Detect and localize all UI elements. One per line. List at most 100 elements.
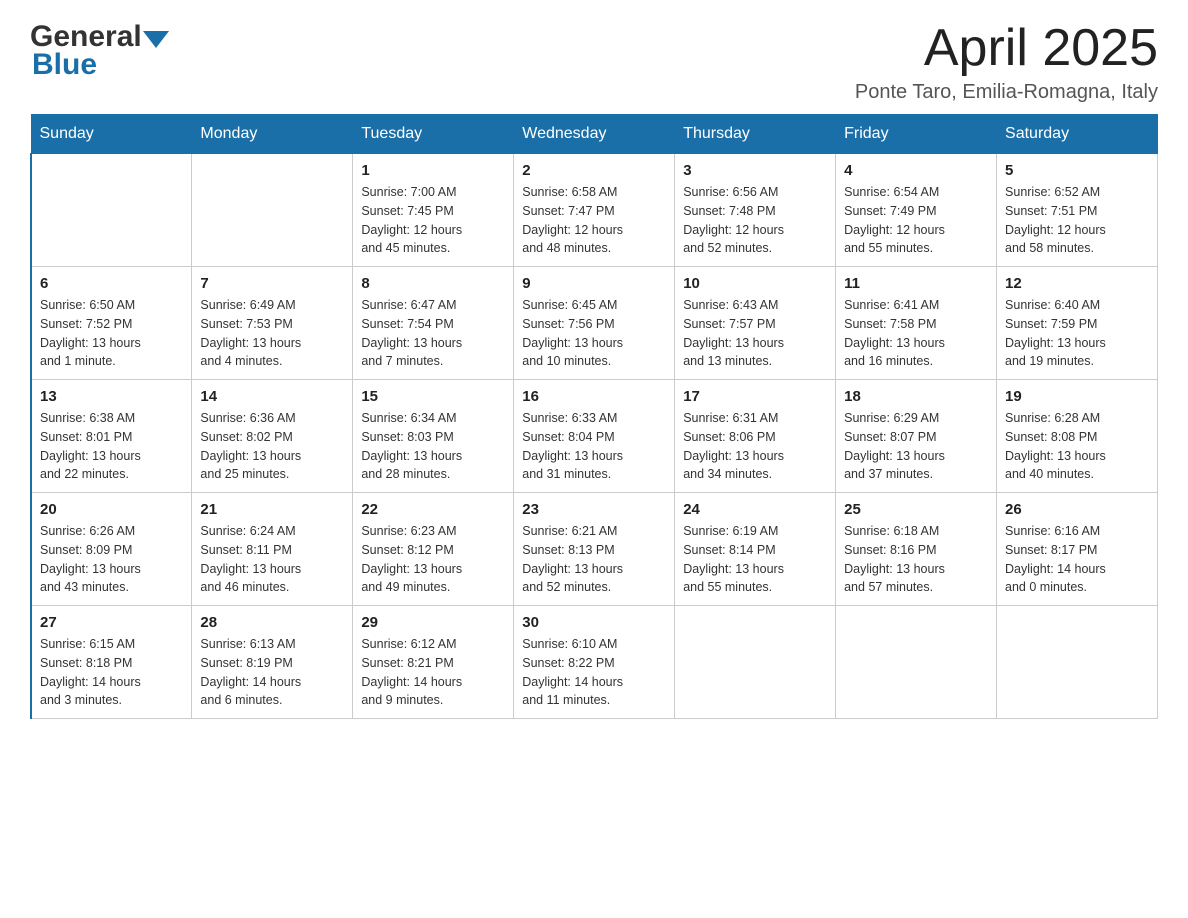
calendar-header-saturday: Saturday <box>997 115 1158 154</box>
day-info: Sunrise: 6:54 AM Sunset: 7:49 PM Dayligh… <box>844 183 988 258</box>
calendar-cell: 7Sunrise: 6:49 AM Sunset: 7:53 PM Daylig… <box>192 267 353 380</box>
calendar-header-tuesday: Tuesday <box>353 115 514 154</box>
day-info: Sunrise: 6:58 AM Sunset: 7:47 PM Dayligh… <box>522 183 666 258</box>
calendar-week-4: 20 Sunrise: 6:26 AM Sunset: 8:09 PM Dayli… <box>31 493 1158 606</box>
logo-blue-text: Blue <box>32 48 97 82</box>
day-info: Sunrise: 6:43 AM Sunset: 7:57 PM Dayligh… <box>683 296 827 371</box>
day-info: Sunrise: 6:56 AM Sunset: 7:48 PM Dayligh… <box>683 183 827 258</box>
day-info: Sunrise: 6:19 AM Sunset: 8:14 PM Dayligh… <box>683 522 827 597</box>
day-number: 23 <box>522 501 666 518</box>
calendar-cell: 1 Sunrise: 7:00 AM Sunset: 7:45 PM Daylig… <box>353 154 514 267</box>
calendar-body: 1 Sunrise: 7:00 AM Sunset: 7:45 PM Daylig… <box>31 154 1158 719</box>
calendar-header-wednesday: Wednesday <box>514 115 675 154</box>
calendar-header-friday: Friday <box>836 115 997 154</box>
day-info: Sunrise: 6:24 AM Sunset: 8:11 PM Dayligh… <box>200 522 344 597</box>
calendar-cell: 16 Sunrise: 6:33 AM Sunset: 8:04 PM Dayli… <box>514 380 675 493</box>
day-number: 25 <box>844 501 988 518</box>
day-info: Sunrise: 6:18 AM Sunset: 8:16 PM Dayligh… <box>844 522 988 597</box>
calendar-week-5: 27Sunrise: 6:15 AM Sunset: 8:18 PM Dayli… <box>31 606 1158 719</box>
calendar-cell: 8 Sunrise: 6:47 AM Sunset: 7:54 PM Daylig… <box>353 267 514 380</box>
day-number: 9 <box>522 275 666 292</box>
subtitle: Ponte Taro, Emilia-Romagna, Italy <box>855 81 1158 104</box>
day-info: Sunrise: 6:52 AM Sunset: 7:51 PM Dayligh… <box>1005 183 1149 258</box>
day-info: Sunrise: 6:13 AM Sunset: 8:19 PM Dayligh… <box>200 635 344 710</box>
calendar-cell: 3 Sunrise: 6:56 AM Sunset: 7:48 PM Daylig… <box>675 154 836 267</box>
day-number: 26 <box>1005 501 1149 518</box>
calendar-cell: 21 Sunrise: 6:24 AM Sunset: 8:11 PM Dayli… <box>192 493 353 606</box>
calendar-cell: 22 Sunrise: 6:23 AM Sunset: 8:12 PM Dayli… <box>353 493 514 606</box>
calendar-cell <box>997 606 1158 719</box>
main-title: April 2025 <box>855 20 1158 77</box>
day-info: Sunrise: 6:10 AM Sunset: 8:22 PM Dayligh… <box>522 635 666 710</box>
day-number: 27 <box>40 614 183 631</box>
logo: General Blue <box>30 20 169 82</box>
calendar-cell: 4Sunrise: 6:54 AM Sunset: 7:49 PM Daylig… <box>836 154 997 267</box>
day-number: 2 <box>522 162 666 179</box>
day-info: Sunrise: 6:12 AM Sunset: 8:21 PM Dayligh… <box>361 635 505 710</box>
day-number: 1 <box>361 162 505 179</box>
day-number: 21 <box>200 501 344 518</box>
day-number: 28 <box>200 614 344 631</box>
calendar-cell: 10 Sunrise: 6:43 AM Sunset: 7:57 PM Dayli… <box>675 267 836 380</box>
calendar-cell: 27Sunrise: 6:15 AM Sunset: 8:18 PM Dayli… <box>31 606 192 719</box>
day-number: 6 <box>40 275 183 292</box>
day-number: 8 <box>361 275 505 292</box>
day-info: Sunrise: 6:21 AM Sunset: 8:13 PM Dayligh… <box>522 522 666 597</box>
day-info: Sunrise: 6:49 AM Sunset: 7:53 PM Dayligh… <box>200 296 344 371</box>
day-info: Sunrise: 6:29 AM Sunset: 8:07 PM Dayligh… <box>844 409 988 484</box>
calendar-cell: 26 Sunrise: 6:16 AM Sunset: 8:17 PM Dayli… <box>997 493 1158 606</box>
day-info: Sunrise: 6:47 AM Sunset: 7:54 PM Dayligh… <box>361 296 505 371</box>
day-number: 13 <box>40 388 183 405</box>
calendar-cell: 9 Sunrise: 6:45 AM Sunset: 7:56 PM Daylig… <box>514 267 675 380</box>
calendar-cell: 2 Sunrise: 6:58 AM Sunset: 7:47 PM Daylig… <box>514 154 675 267</box>
calendar-header-monday: Monday <box>192 115 353 154</box>
day-number: 20 <box>40 501 183 518</box>
calendar-cell: 12 Sunrise: 6:40 AM Sunset: 7:59 PM Dayli… <box>997 267 1158 380</box>
day-number: 30 <box>522 614 666 631</box>
day-info: Sunrise: 6:40 AM Sunset: 7:59 PM Dayligh… <box>1005 296 1149 371</box>
day-number: 3 <box>683 162 827 179</box>
day-number: 18 <box>844 388 988 405</box>
calendar-header-sunday: Sunday <box>31 115 192 154</box>
title-block: April 2025 Ponte Taro, Emilia-Romagna, I… <box>855 20 1158 104</box>
calendar-cell <box>675 606 836 719</box>
page-header: General Blue April 2025 Ponte Taro, Emil… <box>30 20 1158 104</box>
day-number: 17 <box>683 388 827 405</box>
day-info: Sunrise: 6:50 AM Sunset: 7:52 PM Dayligh… <box>40 296 183 371</box>
day-number: 15 <box>361 388 505 405</box>
calendar-cell: 14Sunrise: 6:36 AM Sunset: 8:02 PM Dayli… <box>192 380 353 493</box>
day-info: Sunrise: 6:26 AM Sunset: 8:09 PM Dayligh… <box>40 522 183 597</box>
day-number: 5 <box>1005 162 1149 179</box>
day-number: 16 <box>522 388 666 405</box>
day-number: 14 <box>200 388 344 405</box>
day-info: Sunrise: 6:16 AM Sunset: 8:17 PM Dayligh… <box>1005 522 1149 597</box>
calendar-cell <box>31 154 192 267</box>
calendar-table: SundayMondayTuesdayWednesdayThursdayFrid… <box>30 114 1158 719</box>
day-number: 12 <box>1005 275 1149 292</box>
calendar-cell: 20 Sunrise: 6:26 AM Sunset: 8:09 PM Dayli… <box>31 493 192 606</box>
day-info: Sunrise: 6:34 AM Sunset: 8:03 PM Dayligh… <box>361 409 505 484</box>
calendar-week-1: 1 Sunrise: 7:00 AM Sunset: 7:45 PM Daylig… <box>31 154 1158 267</box>
calendar-cell: 6 Sunrise: 6:50 AM Sunset: 7:52 PM Daylig… <box>31 267 192 380</box>
calendar-cell: 24Sunrise: 6:19 AM Sunset: 8:14 PM Dayli… <box>675 493 836 606</box>
day-info: Sunrise: 6:31 AM Sunset: 8:06 PM Dayligh… <box>683 409 827 484</box>
calendar-cell: 5 Sunrise: 6:52 AM Sunset: 7:51 PM Daylig… <box>997 154 1158 267</box>
day-info: Sunrise: 6:23 AM Sunset: 8:12 PM Dayligh… <box>361 522 505 597</box>
day-info: Sunrise: 6:33 AM Sunset: 8:04 PM Dayligh… <box>522 409 666 484</box>
calendar-cell: 15 Sunrise: 6:34 AM Sunset: 8:03 PM Dayli… <box>353 380 514 493</box>
calendar-week-2: 6 Sunrise: 6:50 AM Sunset: 7:52 PM Daylig… <box>31 267 1158 380</box>
day-info: Sunrise: 6:45 AM Sunset: 7:56 PM Dayligh… <box>522 296 666 371</box>
day-info: Sunrise: 7:00 AM Sunset: 7:45 PM Dayligh… <box>361 183 505 258</box>
calendar-week-3: 13Sunrise: 6:38 AM Sunset: 8:01 PM Dayli… <box>31 380 1158 493</box>
calendar-cell: 28 Sunrise: 6:13 AM Sunset: 8:19 PM Dayli… <box>192 606 353 719</box>
day-number: 19 <box>1005 388 1149 405</box>
day-number: 29 <box>361 614 505 631</box>
calendar-cell <box>192 154 353 267</box>
logo-arrow-icon <box>143 31 169 48</box>
calendar-cell <box>836 606 997 719</box>
calendar-cell: 19Sunrise: 6:28 AM Sunset: 8:08 PM Dayli… <box>997 380 1158 493</box>
calendar-cell: 13Sunrise: 6:38 AM Sunset: 8:01 PM Dayli… <box>31 380 192 493</box>
day-number: 22 <box>361 501 505 518</box>
calendar-cell: 25 Sunrise: 6:18 AM Sunset: 8:16 PM Dayli… <box>836 493 997 606</box>
day-number: 10 <box>683 275 827 292</box>
